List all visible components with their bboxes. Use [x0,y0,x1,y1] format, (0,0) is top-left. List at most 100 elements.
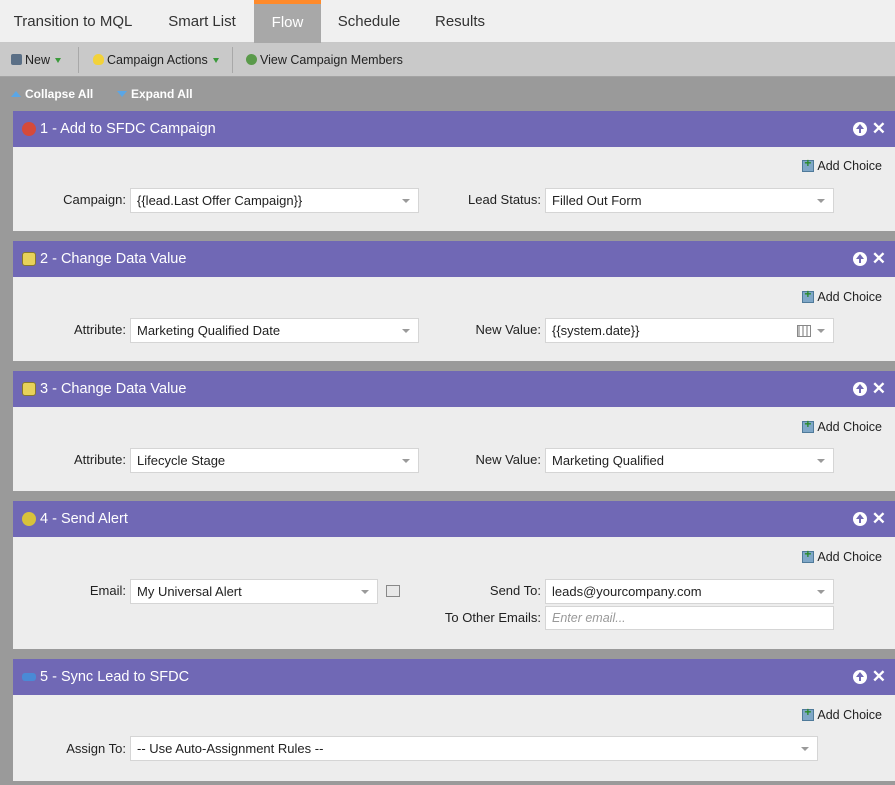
collapse-all-label: Collapse All [25,87,94,101]
close-icon[interactable]: ✕ [872,667,886,687]
flow-step-sync-lead-to-sfdc: 5 - Sync Lead to SFDC ✕ Add Choice Assig… [13,659,895,781]
move-up-icon[interactable] [853,252,867,266]
lead-status-select[interactable]: Filled Out Form [545,188,834,213]
add-choice-button[interactable]: Add Choice [802,287,882,304]
chevron-down-icon [212,58,219,63]
new-value-label: New Value: [475,452,541,467]
add-choice-label: Add Choice [817,159,882,173]
move-up-icon[interactable] [853,382,867,396]
chevron-down-icon [817,590,825,594]
flow-step-change-data-value: 3 - Change Data Value ✕ Add Choice Attri… [13,371,895,491]
attribute-select[interactable]: Lifecycle Stage [130,448,419,473]
people-icon [246,54,257,65]
step-title: 3 - Change Data Value [40,381,187,397]
tab-results[interactable]: Results [420,0,500,43]
sync-arrow-icon [22,673,36,681]
lead-status-label: Lead Status: [468,192,541,207]
chevron-down-icon [801,747,809,751]
preview-email-icon[interactable] [386,585,400,597]
step-header: 3 - Change Data Value ✕ [13,371,895,407]
step-header: 2 - Change Data Value ✕ [13,241,895,277]
email-label: Email: [89,583,126,598]
other-emails-input[interactable]: Enter email... [545,606,834,630]
new-value-select[interactable]: Marketing Qualified [545,448,834,473]
attribute-label: Attribute: [73,452,126,467]
add-choice-icon [802,547,815,563]
step-title: 4 - Send Alert [40,511,128,527]
campaign-actions-button[interactable]: Campaign Actions [93,43,219,77]
other-emails-label: To Other Emails: [444,610,541,625]
lead-status-value: Filled Out Form [552,193,642,208]
assign-to-select[interactable]: -- Use Auto-Assignment Rules -- [130,736,818,761]
triangle-up-icon [11,91,21,97]
attribute-label: Attribute: [73,322,126,337]
add-choice-button[interactable]: Add Choice [802,547,882,564]
data-value-icon [22,252,36,266]
add-choice-label: Add Choice [817,550,882,564]
step-header: 4 - Send Alert ✕ [13,501,895,537]
add-choice-label: Add Choice [817,708,882,722]
add-choice-button[interactable]: Add Choice [802,417,882,434]
chevron-down-icon [55,58,62,63]
new-button[interactable]: New [11,43,62,77]
triangle-down-icon [117,91,127,97]
chevron-down-icon [817,199,825,203]
step-header: 1 - Add to SFDC Campaign ✕ [13,111,895,147]
tab-flow[interactable]: Flow [254,0,321,43]
new-value-value: {{system.date}} [552,323,640,338]
sfdc-campaign-icon [22,122,36,136]
chevron-down-icon [402,459,410,463]
toolbar: New Campaign Actions View Campaign Membe… [0,43,895,77]
flow-step-add-to-sfdc-campaign: 1 - Add to SFDC Campaign ✕ Add Choice Ca… [13,111,895,231]
expand-all-button[interactable]: Expand All [117,78,193,110]
move-up-icon[interactable] [853,670,867,684]
assign-to-value: -- Use Auto-Assignment Rules -- [137,741,324,756]
collapse-all-button[interactable]: Collapse All [11,78,93,110]
add-choice-button[interactable]: Add Choice [802,705,882,722]
add-choice-icon [802,287,815,303]
move-up-icon[interactable] [853,122,867,136]
chevron-down-icon [817,329,825,333]
expand-all-label: Expand All [131,87,193,101]
attribute-value: Marketing Qualified Date [137,323,281,338]
add-choice-button[interactable]: Add Choice [802,156,882,173]
add-choice-icon [802,417,815,433]
add-choice-label: Add Choice [817,420,882,434]
tab-transition-to-mql[interactable]: Transition to MQL [0,0,146,43]
view-campaign-members-button[interactable]: View Campaign Members [246,43,403,77]
chevron-down-icon [402,199,410,203]
campaign-select[interactable]: {{lead.Last Offer Campaign}} [130,188,419,213]
send-to-label: Send To: [489,583,541,598]
send-to-value: leads@yourcompany.com [552,584,702,599]
add-choice-icon [802,156,815,172]
close-icon[interactable]: ✕ [872,119,886,139]
step-header: 5 - Sync Lead to SFDC ✕ [13,659,895,695]
lightbulb-icon [93,54,104,65]
data-value-icon [22,382,36,396]
new-value-label: New Value: [475,322,541,337]
calendar-icon[interactable] [797,325,811,337]
chevron-down-icon [361,590,369,594]
attribute-select[interactable]: Marketing Qualified Date [130,318,419,343]
close-icon[interactable]: ✕ [872,249,886,269]
new-icon [11,54,22,65]
move-up-icon[interactable] [853,512,867,526]
email-select[interactable]: My Universal Alert [130,579,378,604]
chevron-down-icon [402,329,410,333]
campaign-label: Campaign: [63,192,126,207]
step-title: 2 - Change Data Value [40,251,187,267]
add-choice-label: Add Choice [817,290,882,304]
tab-schedule[interactable]: Schedule [325,0,413,43]
close-icon[interactable]: ✕ [872,509,886,529]
step-title: 1 - Add to SFDC Campaign [40,121,216,137]
flow-step-change-data-value: 2 - Change Data Value ✕ Add Choice Attri… [13,241,895,361]
flow-step-send-alert: 4 - Send Alert ✕ Add Choice Email: My Un… [13,501,895,649]
new-value-value: Marketing Qualified [552,453,664,468]
toolbar-divider [78,47,79,73]
tab-bar: Transition to MQL Smart List Flow Schedu… [0,0,895,43]
close-icon[interactable]: ✕ [872,379,886,399]
campaign-value: {{lead.Last Offer Campaign}} [137,193,303,208]
send-to-select[interactable]: leads@yourcompany.com [545,579,834,604]
new-value-select[interactable]: {{system.date}} [545,318,834,343]
tab-smart-list[interactable]: Smart List [152,0,252,43]
